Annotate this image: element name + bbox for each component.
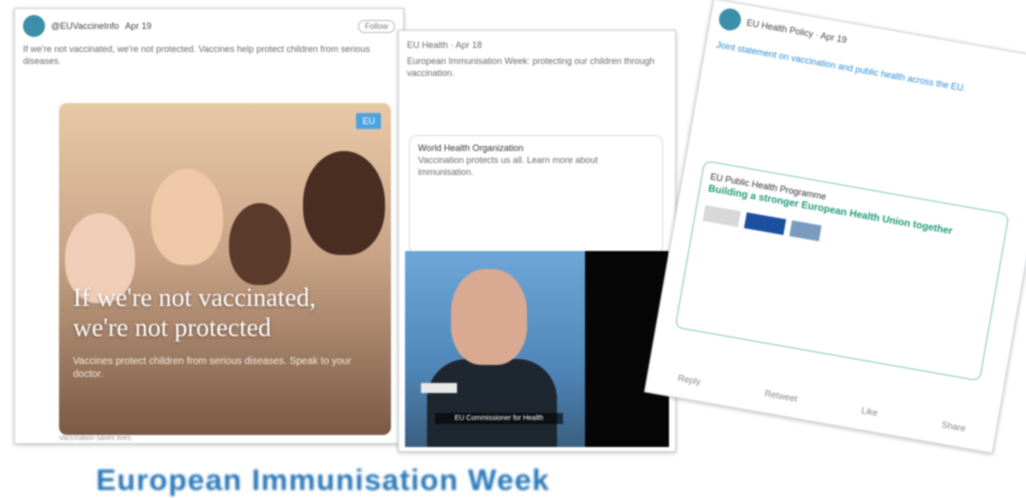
tweet-card-health[interactable]: EU Health · Apr 18 European Immunisation… [398,30,676,452]
child-figure [303,151,385,255]
share-icon[interactable]: Share [941,420,966,434]
follow-button[interactable]: Follow [357,19,395,33]
video-player[interactable]: EU Commissioner for Health [405,251,669,447]
tweet-author[interactable]: @EUVaccineInfo [51,21,119,31]
child-figure [151,169,223,265]
tweet-header: EU Health · Apr 18 [407,40,483,50]
tweet-body: European Immunisation Week: protecting o… [407,56,655,78]
bottom-caption: European Immunisation Week [96,464,550,497]
quoted-tweet[interactable]: World Health Organization Vaccination pr… [409,135,663,255]
child-figure [229,203,291,285]
video-caption: EU Commissioner for Health [435,413,563,424]
eu-flag-logo [743,212,787,236]
tweet-actions: Reply Retweet Like Share [677,373,966,434]
tweet-header-text: EU Health Policy · Apr 19 [745,17,848,46]
tweet-card-policy[interactable]: EU Health Policy · Apr 19 Joint statemen… [643,0,1026,454]
retweet-icon[interactable]: Retweet [764,388,798,404]
link-preview[interactable]: EU Public Health Programme Building a st… [674,160,1010,382]
image-subtext: Vaccines protect children from serious d… [73,356,352,380]
tweet-header: @EUVaccineInfo Apr 19 Follow [15,9,403,43]
image-headline: If we're not vaccinated, we're not prote… [73,283,316,342]
tweet-image[interactable]: EU If we're not vaccinated, we're not pr… [59,103,391,435]
avatar[interactable] [717,6,743,33]
tweet-body: If we're not vaccinated, we're not prote… [23,44,370,66]
speaker-head [451,269,527,365]
quoted-body: Vaccination protects us all. Learn more … [418,155,598,177]
tweet-card-vaccination[interactable]: @EUVaccineInfo Apr 19 Follow If we're no… [14,8,404,444]
partner-logo [789,220,822,242]
partner-logo [702,205,741,228]
like-icon[interactable]: Like [861,405,879,418]
reply-icon[interactable]: Reply [677,373,701,387]
quoted-author[interactable]: World Health Organization [418,142,654,154]
logo-badge: EU [356,113,381,129]
lower-third [421,383,457,393]
tweet-date: Apr 19 [125,21,152,31]
speaker-body [427,359,557,447]
image-caption: Vaccination saves lives [59,435,131,442]
avatar[interactable] [23,15,45,37]
